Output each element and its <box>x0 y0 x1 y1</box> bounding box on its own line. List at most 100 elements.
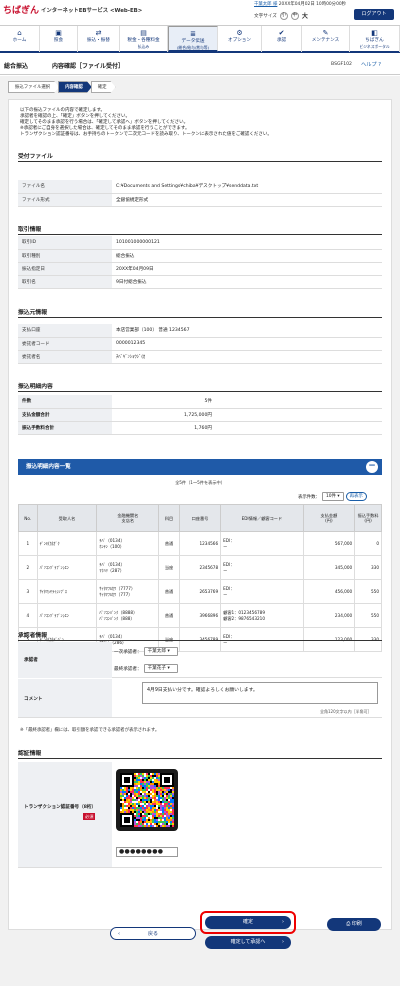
confirm-and-approve-button[interactable]: 確定して承認へ › <box>205 936 291 949</box>
qr-module <box>138 799 140 801</box>
qr-module <box>172 785 174 787</box>
nav-item-2[interactable]: ⇄ 振込・振替 <box>78 26 120 52</box>
qr-module <box>136 815 138 817</box>
page-size-select[interactable]: 10件 ▾ <box>321 492 344 501</box>
qr-module <box>148 823 150 825</box>
qr-module <box>164 819 166 821</box>
qr-module <box>154 773 156 775</box>
nav-label: オプション <box>228 38 251 43</box>
qr-module <box>158 811 160 813</box>
cell-acct: 2345678 <box>178 555 222 580</box>
back-button[interactable]: ‹ 戻る <box>110 927 196 940</box>
qr-module <box>136 821 138 823</box>
qr-module <box>124 811 126 813</box>
confirm-button[interactable]: 確定 › <box>205 916 291 929</box>
final-approver-select[interactable]: 千葉花子 ▾ <box>143 664 178 673</box>
qr-module <box>172 803 174 805</box>
qr-module <box>172 791 174 793</box>
collapse-icon[interactable]: − <box>366 461 378 473</box>
qr-module <box>152 773 154 775</box>
nav-item-4[interactable]: ≣ データ伝送 (総合/給与/賞与等) <box>168 26 218 52</box>
qr-module <box>154 777 156 779</box>
qr-module <box>136 775 138 777</box>
qr-module <box>138 797 140 799</box>
qr-module <box>122 805 124 807</box>
qr-module <box>136 807 138 809</box>
approver-label: 承認者 <box>24 658 38 663</box>
nav-item-6[interactable]: ✔ 承認 <box>262 26 302 52</box>
qr-module <box>130 785 132 787</box>
print-button[interactable]: ⎙ 印刷 <box>327 918 381 931</box>
nav-item-8[interactable]: ◧ ちばぎん ビジネスポータル <box>350 26 400 52</box>
qr-module <box>122 791 124 793</box>
qr-module <box>162 777 164 779</box>
qr-module <box>130 815 132 817</box>
field-label: 委託者コード <box>18 337 112 351</box>
comment-textarea[interactable]: 4月9日支払い分です。確認よろしくお願いします。 <box>142 682 378 704</box>
qr-module <box>124 787 126 789</box>
qr-module <box>150 815 152 817</box>
qr-module <box>126 807 128 809</box>
nav-item-7[interactable]: ✎ メンテナンス <box>302 26 350 52</box>
qr-module <box>170 773 172 775</box>
qr-module <box>166 811 168 813</box>
divider <box>18 391 382 392</box>
nav-item-0[interactable]: ⌂ ホーム <box>0 26 40 52</box>
qr-module <box>164 777 166 779</box>
user-name[interactable]: 千葉太郎 様 <box>254 2 277 7</box>
qr-module <box>124 783 126 785</box>
nav-item-3[interactable]: ▤ 税金・各種料金 払込み <box>120 26 168 52</box>
qr-module <box>130 775 132 777</box>
qr-module <box>140 773 142 775</box>
qr-module <box>136 801 138 803</box>
qr-module <box>162 779 164 781</box>
redisplay-button[interactable]: 再表示 <box>345 492 367 501</box>
confirm-label: 確定 <box>242 919 253 925</box>
qr-module <box>122 799 124 801</box>
qr-module <box>128 783 130 785</box>
qr-module <box>168 791 170 793</box>
qr-module <box>134 797 136 799</box>
qr-module <box>120 809 122 811</box>
divider <box>18 717 382 718</box>
qr-module <box>134 781 136 783</box>
qr-module <box>158 789 160 791</box>
font-large-button[interactable]: 大 <box>302 11 308 20</box>
help-link[interactable]: ヘルプ ? <box>361 61 381 68</box>
qr-module <box>138 809 140 811</box>
qr-module <box>162 773 164 775</box>
qr-module <box>166 813 168 815</box>
qr-module <box>122 811 124 813</box>
qr-module <box>120 783 122 785</box>
logout-button[interactable]: ログアウト <box>354 9 394 20</box>
qr-module <box>144 821 146 823</box>
qr-module <box>168 795 170 797</box>
qr-module <box>148 815 150 817</box>
qr-module <box>148 795 150 797</box>
detail-list-header[interactable]: 振込明細内容一覧 <box>18 459 382 475</box>
final-approver-row: 最終承認者： 千葉花子 ▾ <box>114 664 178 673</box>
qr-module <box>168 773 170 775</box>
logo-service: インターネットEBサービス <Web-EB> <box>41 7 143 14</box>
qr-module <box>166 785 168 787</box>
nav-item-5[interactable]: ⚙ オプション <box>218 26 262 52</box>
cell-edi1: EDI：ー <box>220 531 304 556</box>
qr-module <box>126 787 128 789</box>
first-approver-select[interactable]: 千葉太郎 ▾ <box>143 647 178 656</box>
qr-module <box>156 823 158 825</box>
font-medium-button[interactable]: 中 <box>290 11 299 20</box>
qr-module <box>162 787 164 789</box>
qr-module <box>140 823 142 825</box>
qr-module <box>168 821 170 823</box>
tax-icon: ▤ <box>140 29 147 37</box>
qr-module <box>138 795 140 797</box>
transaction-auth-input[interactable]: ●●●●●●●● <box>116 847 178 857</box>
nav-item-1[interactable]: ▣ 照会 <box>40 26 78 52</box>
qr-module <box>136 785 138 787</box>
qr-module <box>166 795 168 797</box>
logo[interactable]: ちばぎん インターネットEBサービス <Web-EB> <box>3 3 142 16</box>
font-small-button[interactable]: 小 <box>279 11 288 20</box>
qr-module <box>168 819 170 821</box>
screen-code: BSGF102 <box>331 62 352 67</box>
qr-module <box>156 815 158 817</box>
